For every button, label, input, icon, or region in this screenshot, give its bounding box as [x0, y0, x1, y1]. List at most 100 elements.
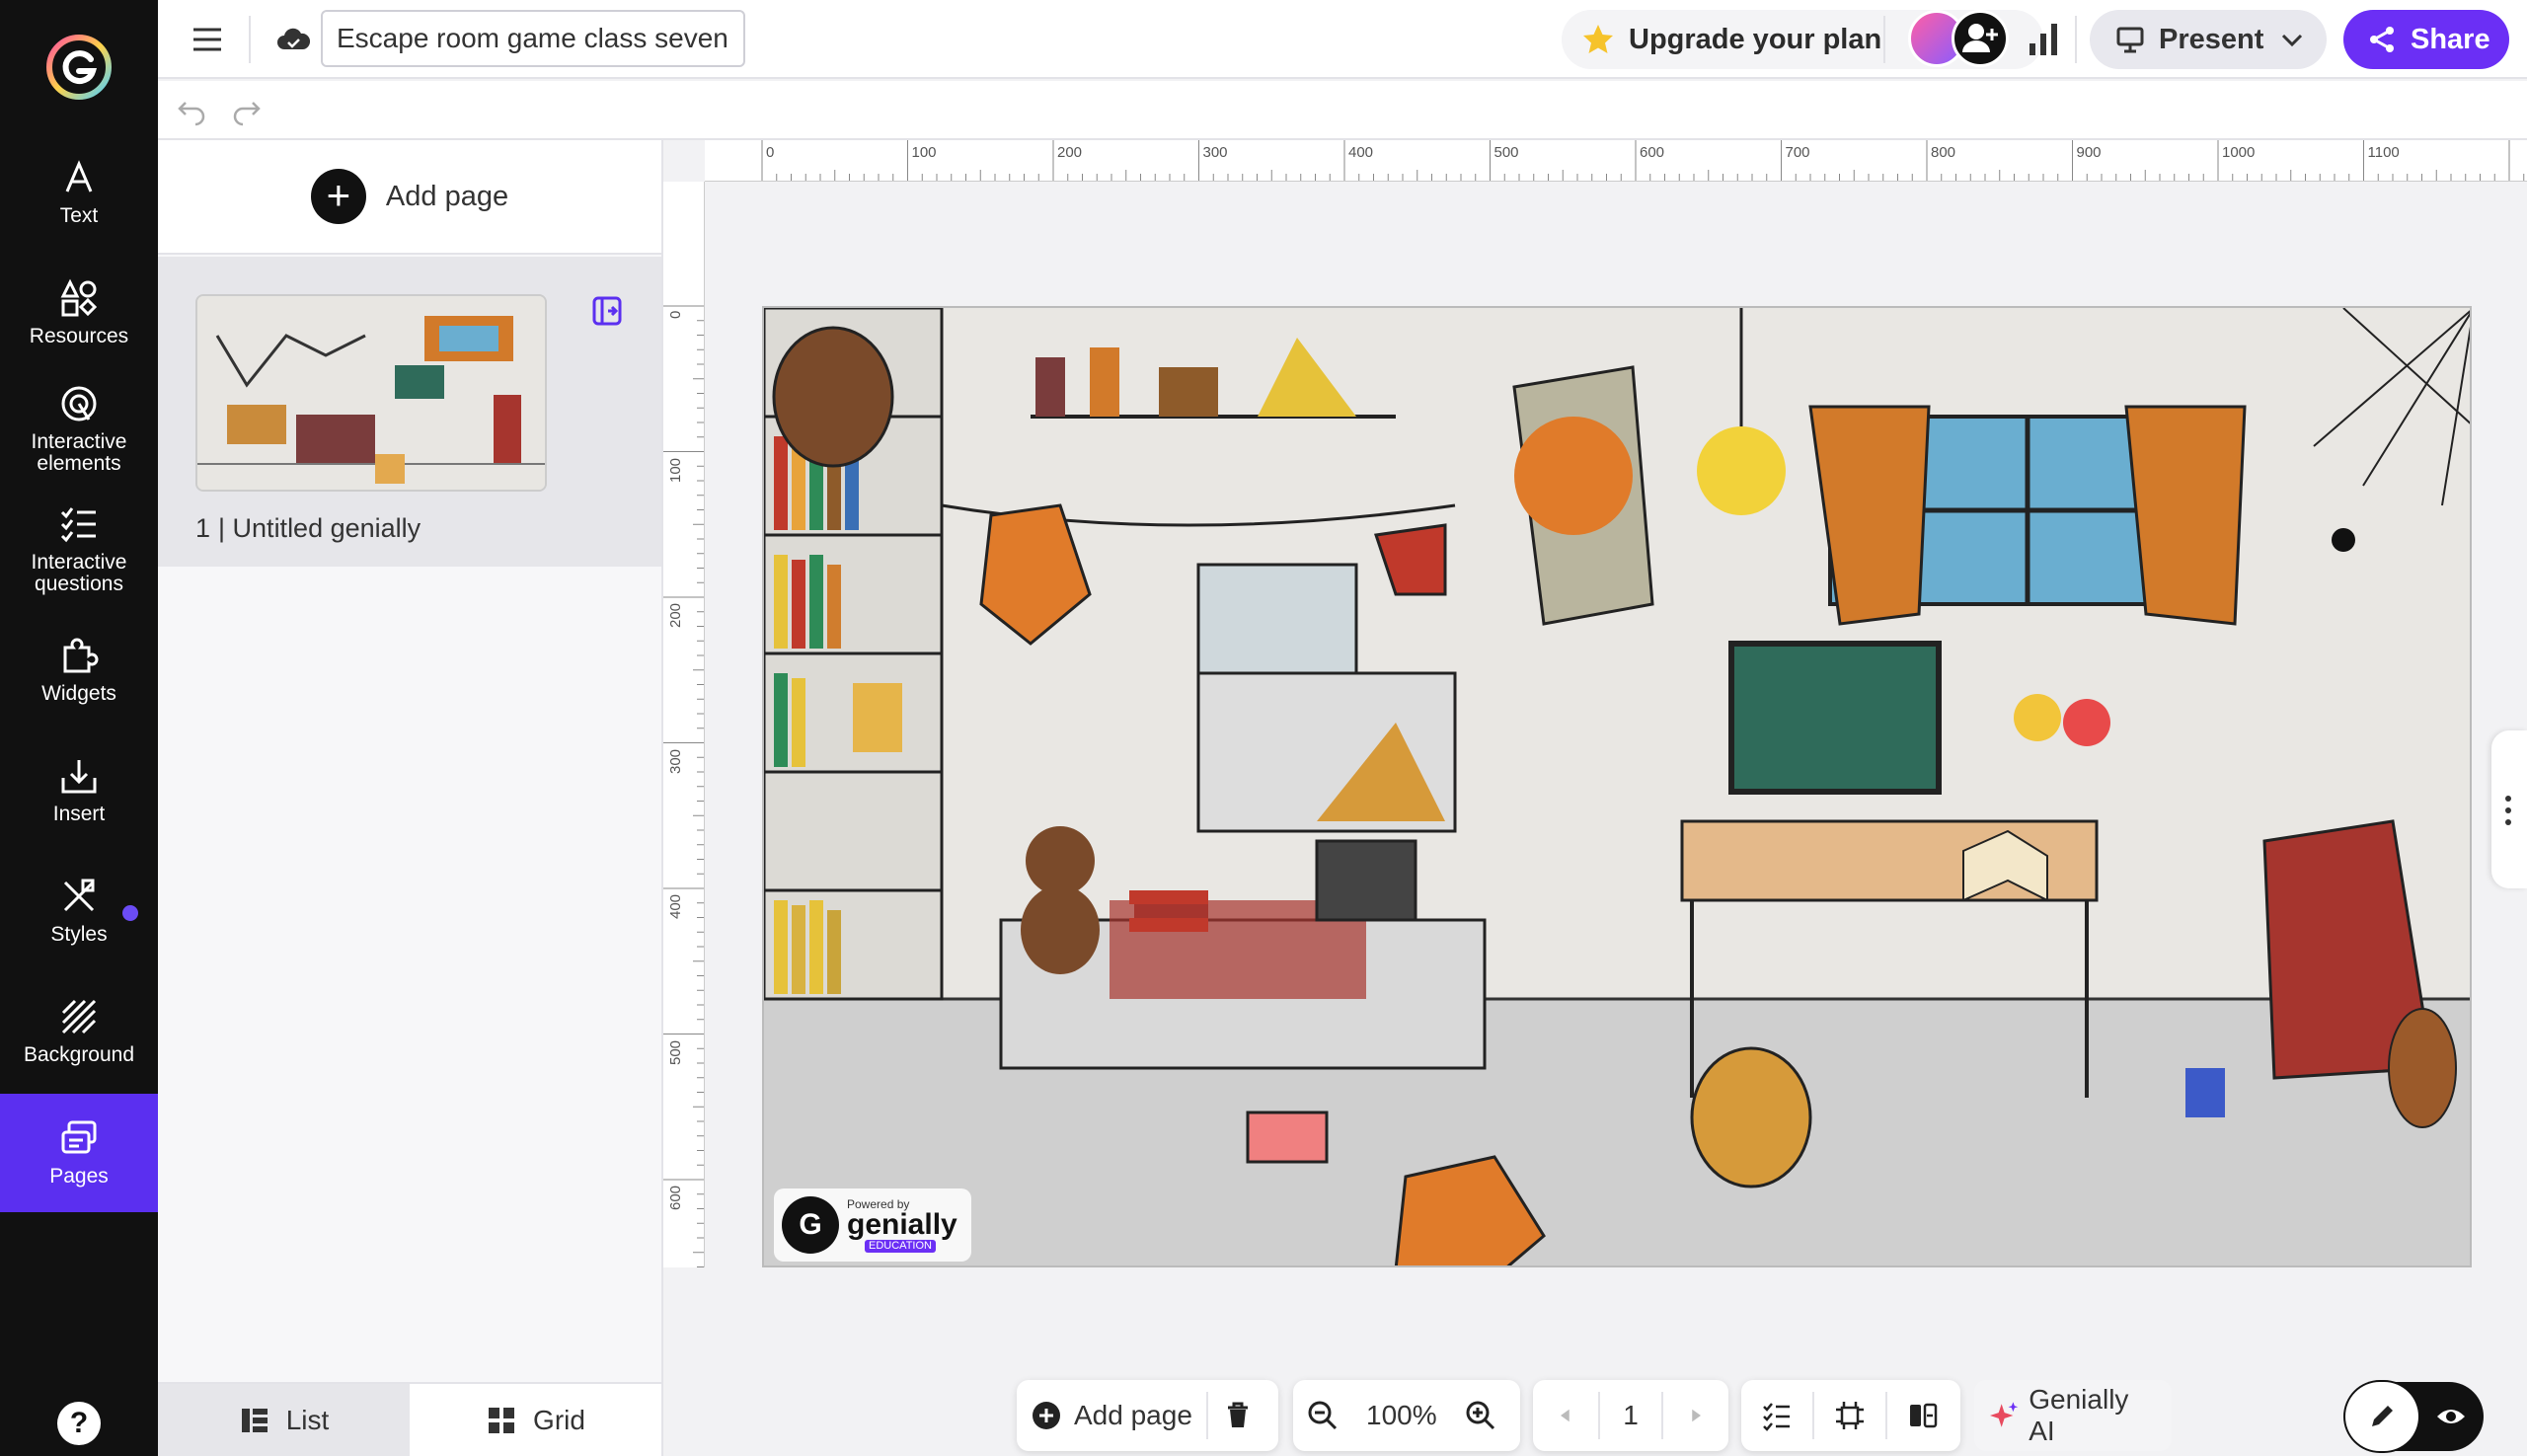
eye-icon: [2437, 1410, 2465, 1423]
page-number: 1: [195, 513, 211, 543]
rail-item-pages[interactable]: Pages: [0, 1094, 158, 1212]
ruler-label: 0: [766, 144, 775, 161]
divider: [249, 16, 251, 63]
grid-icon: [489, 1407, 515, 1433]
list-icon: [241, 1408, 268, 1432]
cloud-saved-icon: [277, 28, 311, 49]
page-thumbnail[interactable]: [195, 294, 547, 492]
rail-item-widgets[interactable]: Widgets: [0, 616, 158, 725]
rail-item-resources[interactable]: Resources: [0, 259, 158, 367]
help-button[interactable]: ?: [57, 1402, 101, 1445]
plus-icon: +: [310, 169, 366, 224]
project-title-input[interactable]: [321, 10, 745, 67]
powered-by-genially-badge[interactable]: G Powered by genially EDUCATION: [774, 1188, 971, 1262]
undo-icon[interactable]: [176, 95, 207, 126]
hamburger-menu-icon[interactable]: [188, 20, 227, 59]
page-list-item[interactable]: 1 | Untitled genially: [195, 513, 421, 544]
next-page-button[interactable]: [1663, 1406, 1728, 1425]
ruler-label: 300: [1202, 144, 1228, 161]
ruler-label: 1100: [2367, 144, 2400, 161]
split-view-button[interactable]: [1887, 1400, 1958, 1431]
shapes-icon: [60, 278, 98, 317]
split-view-icon: [1910, 1403, 1938, 1428]
genially-logo-icon: G: [782, 1196, 839, 1254]
present-button[interactable]: Present: [2090, 10, 2327, 69]
genially-ai-inner: Genially AI: [1974, 1384, 2172, 1447]
zoom-level[interactable]: 100%: [1352, 1400, 1451, 1431]
ruler-label: 300: [667, 748, 684, 774]
add-page-button[interactable]: + Add page: [158, 140, 661, 255]
ruler-label: 600: [1640, 144, 1665, 161]
share-button[interactable]: Share: [2343, 10, 2509, 69]
zoom-out-button[interactable]: [1293, 1400, 1352, 1431]
preview-mode-button[interactable]: [2418, 1401, 2484, 1432]
ruler-label: 500: [1493, 144, 1519, 161]
genially-ai-button[interactable]: Genially AI: [1974, 1380, 2172, 1451]
divider: [2075, 16, 2077, 63]
delete-page-button[interactable]: [1208, 1400, 1267, 1431]
ruler-label: 200: [667, 602, 684, 628]
page-navigation: 1: [1533, 1380, 1728, 1451]
rail-item-interactive-questions[interactable]: Interactive questions: [0, 496, 158, 604]
text-icon: [65, 160, 93, 192]
top-bar: Upgrade your plan Present Share: [158, 0, 2527, 79]
hatch-icon: [61, 999, 97, 1035]
pages-panel: + Add page 1 | Untitled genially List Gri…: [158, 140, 663, 1456]
rail-item-background[interactable]: Background: [0, 977, 158, 1086]
genially-ai-label: Genially AI: [2029, 1384, 2129, 1446]
rail-item-label: Widgets: [41, 682, 116, 705]
page-number-field[interactable]: 1: [1600, 1400, 1661, 1431]
list-view-button[interactable]: List: [158, 1384, 410, 1456]
interactive-icon: [61, 386, 97, 421]
puzzle-icon: [63, 638, 99, 673]
styles-notification-dot: [122, 905, 138, 921]
rail-item-label: Styles: [50, 923, 108, 946]
pages-icon: [61, 1120, 97, 1154]
rail-item-label: Pages: [49, 1165, 109, 1188]
grid-view-button[interactable]: Grid: [410, 1384, 661, 1456]
ruler-label: 600: [667, 1185, 684, 1210]
share-label: Share: [2411, 23, 2490, 55]
slide-canvas[interactable]: G Powered by genially EDUCATION: [762, 306, 2472, 1267]
add-page-bottom-label: Add page: [1074, 1400, 1192, 1430]
stats-icon[interactable]: [2024, 20, 2063, 59]
previous-page-button[interactable]: [1533, 1406, 1598, 1425]
insert-icon: [61, 760, 97, 794]
triangle-left-icon: [1561, 1409, 1570, 1422]
star-icon: [1583, 25, 1613, 53]
dot: [2505, 796, 2511, 802]
add-user-icon: [1962, 24, 1998, 52]
badge-brand-text: genially: [847, 1207, 957, 1241]
present-label: Present: [2159, 23, 2264, 55]
add-page-bottom-button[interactable]: Add page: [1017, 1400, 1206, 1431]
sparkle-icon: [1989, 1402, 2019, 1427]
triangle-right-icon: [1692, 1409, 1701, 1422]
rail-item-text[interactable]: Text: [0, 138, 158, 247]
rail-item-interactive-elements[interactable]: Interactive elements: [0, 375, 158, 484]
side-panel-handle[interactable]: [2491, 730, 2527, 888]
fit-to-screen-button[interactable]: [1814, 1400, 1885, 1431]
checklist-icon: [60, 507, 96, 543]
rail-item-insert[interactable]: Insert: [0, 736, 158, 845]
thumbnail-image: [197, 296, 545, 490]
genially-logo-icon[interactable]: [45, 34, 113, 101]
redo-icon[interactable]: [231, 95, 263, 126]
ruler-label: 1000: [2222, 144, 2256, 161]
rail-item-label: Background: [23, 1043, 135, 1066]
view-tools-toolbar: [1741, 1380, 1960, 1451]
vertical-ruler: 0 100 200 300 400 500 600: [663, 182, 705, 1267]
add-page-label: Add page: [385, 180, 509, 212]
zoom-in-button[interactable]: [1451, 1400, 1510, 1431]
ruler-label: 0: [667, 310, 684, 319]
edit-mode-button[interactable]: [2345, 1382, 2418, 1451]
page-options-icon[interactable]: [590, 294, 624, 328]
zoom-in-icon: [1466, 1401, 1494, 1430]
add-collaborator-button[interactable]: [1952, 10, 2009, 67]
share-icon: [2370, 27, 2394, 52]
dot: [2505, 819, 2511, 825]
checklist-button[interactable]: [1741, 1400, 1812, 1431]
fit-screen-icon: [1836, 1402, 1864, 1429]
rail-item-label: Interactive elements: [31, 430, 127, 475]
pencil-icon: [2372, 1406, 2393, 1426]
chevron-down-icon: [2282, 34, 2303, 47]
